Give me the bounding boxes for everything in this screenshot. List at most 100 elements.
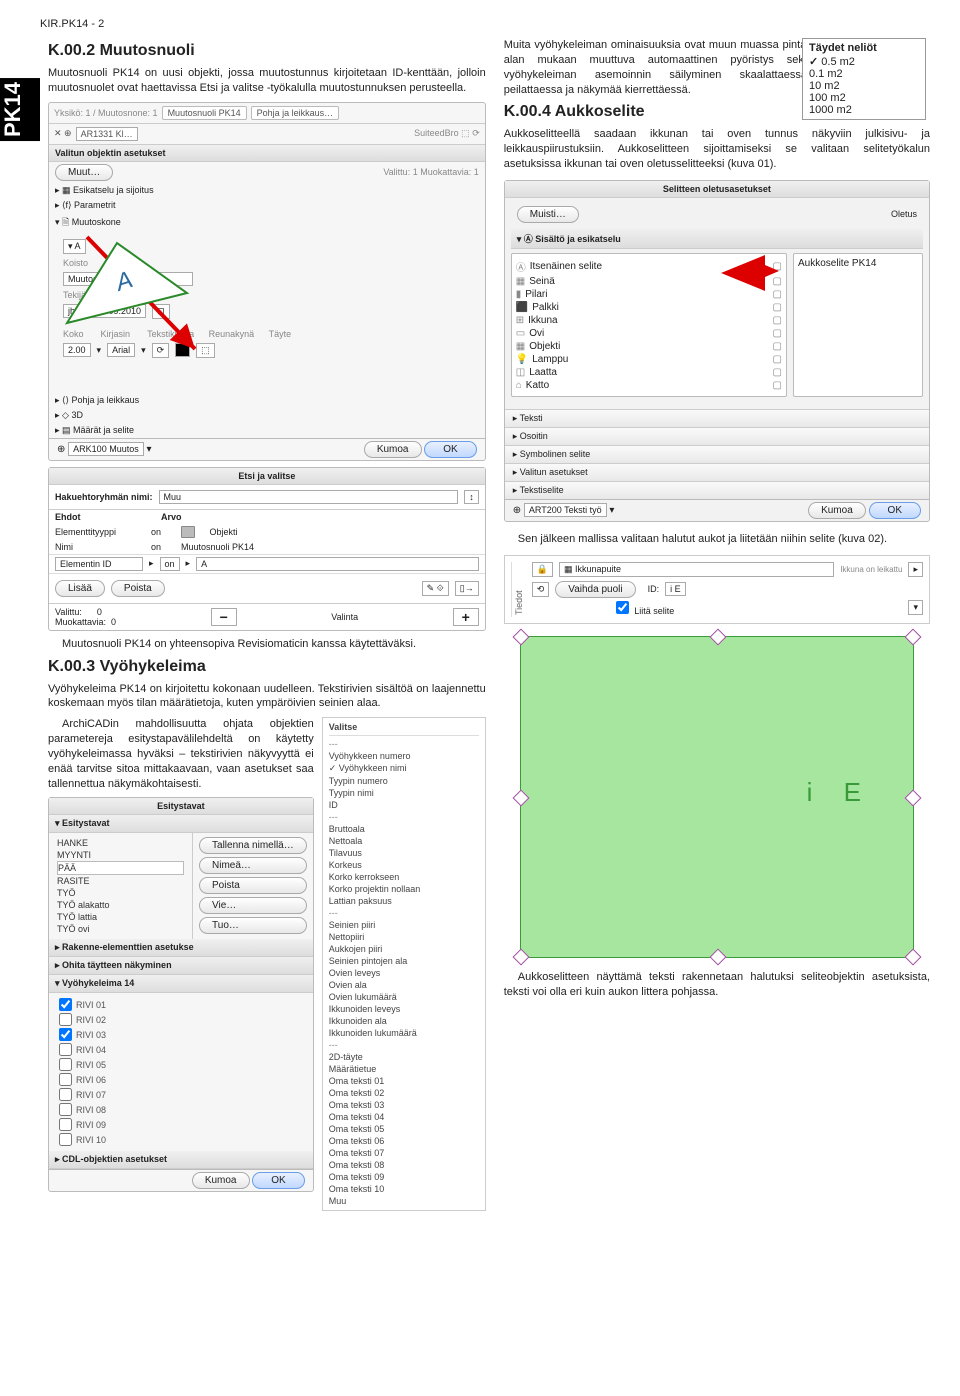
obj-name[interactable]: ▦ Ikkunapuite xyxy=(559,562,834,577)
menu-item[interactable]: Nettopiiri xyxy=(329,931,479,943)
export[interactable]: Vie… xyxy=(199,897,307,914)
row-cb[interactable]: RIVI 07 xyxy=(59,1087,303,1102)
layer[interactable]: ARK100 Muutos xyxy=(68,442,144,456)
save-as[interactable]: Tallenna nimellä… xyxy=(199,837,307,854)
arrow-icon[interactable]: ▯→ xyxy=(455,581,479,596)
rename[interactable]: Nimeä… xyxy=(199,857,307,874)
menu-item[interactable]: Bruttoala xyxy=(329,823,479,835)
menu-item[interactable]: Lattian paksuus xyxy=(329,895,479,907)
layer2[interactable]: ART200 Teksti työ xyxy=(524,503,607,517)
tree-item[interactable]: ▭ Ovi▢ xyxy=(516,327,782,340)
sub-group[interactable]: ▸ Teksti xyxy=(505,409,929,427)
tree-item[interactable]: ▦ Seinä▢ xyxy=(516,275,782,288)
menu-item[interactable]: Ovien leveys xyxy=(329,967,479,979)
e-kumoa[interactable]: Kumoa xyxy=(192,1172,250,1189)
esity-item[interactable]: PÄÄ xyxy=(57,861,184,875)
crit-op[interactable]: on xyxy=(160,557,180,571)
row-cb[interactable]: RIVI 06 xyxy=(59,1072,303,1087)
sub-group[interactable]: ▸ Osoitin xyxy=(505,427,929,445)
neliot-item[interactable]: 0.5 m2 xyxy=(809,55,919,68)
valitse-menu[interactable]: Valitse --- Vyöhykkeen numeroVyöhykkeen … xyxy=(322,717,486,1211)
e-ok[interactable]: OK xyxy=(252,1172,304,1189)
menu-item[interactable]: Ikkunoiden lukumäärä xyxy=(329,1027,479,1039)
menu-item[interactable]: Määrätietue xyxy=(329,1063,479,1075)
sub-group[interactable]: ▸ Tekstiselite xyxy=(505,481,929,499)
tree-item[interactable]: ▮ Pilari▢ xyxy=(516,288,782,301)
kumoa-btn[interactable]: Kumoa xyxy=(364,441,422,458)
menu-item[interactable]: Korkeus xyxy=(329,859,479,871)
crit-field[interactable]: Elementin ID xyxy=(55,557,143,571)
menu-item[interactable]: Oma teksti 06 xyxy=(329,1135,479,1147)
dd-2[interactable]: ▾ xyxy=(908,600,923,615)
menu-item[interactable]: Vyöhykkeen numero xyxy=(329,750,479,762)
hak-group[interactable]: Muu xyxy=(159,490,459,504)
id-field[interactable]: i E xyxy=(665,582,686,596)
lisaa-btn[interactable]: Lisää xyxy=(55,580,105,597)
esity-item[interactable]: TYÖ xyxy=(57,887,184,899)
delete[interactable]: Poista xyxy=(199,877,307,894)
menu-item[interactable]: Oma teksti 01 xyxy=(329,1075,479,1087)
row-cb[interactable]: RIVI 01 xyxy=(59,997,303,1012)
s-ok[interactable]: OK xyxy=(869,502,921,519)
menu-item[interactable]: Ikkunoiden leveys xyxy=(329,1003,479,1015)
vaihda-btn[interactable]: Vaihda puoli xyxy=(555,581,635,598)
esity-item[interactable]: TYÖ alakatto xyxy=(57,899,184,911)
tree-item[interactable]: ⌂ Katto▢ xyxy=(516,379,782,392)
menu-item[interactable]: Aukkojen piiri xyxy=(329,943,479,955)
menu-item[interactable]: Tyypin numero xyxy=(329,775,479,787)
muisti-btn[interactable]: Muisti… xyxy=(517,206,579,223)
menu-item[interactable]: Oma teksti 02 xyxy=(329,1087,479,1099)
plus-btn[interactable]: + xyxy=(453,608,479,626)
menu-item[interactable]: Seinien pintojen ala xyxy=(329,955,479,967)
import[interactable]: Tuo… xyxy=(199,917,307,934)
row-cb[interactable]: RIVI 09 xyxy=(59,1117,303,1132)
dd-1[interactable]: ▸ xyxy=(908,562,923,577)
menu-item[interactable]: ID xyxy=(329,799,479,811)
copy-icon[interactable]: ✎ ⟐ xyxy=(422,581,449,596)
tree-item[interactable]: ⬛ Palkki▢ xyxy=(516,301,782,314)
tree-item[interactable]: Ⓐ Itsenäinen selite▢ xyxy=(516,258,782,275)
liita-cb[interactable] xyxy=(616,601,629,614)
menu-item[interactable]: Oma teksti 10 xyxy=(329,1183,479,1195)
tree-item[interactable]: 💡 Lamppu▢ xyxy=(516,353,782,366)
neliot-item[interactable]: 100 m2 xyxy=(809,92,919,104)
crit-val[interactable]: A xyxy=(196,557,479,571)
poista-btn[interactable]: Poista xyxy=(111,580,165,597)
menu-item[interactable]: Ovien ala xyxy=(329,979,479,991)
tree-item[interactable]: ⊞ Ikkuna▢ xyxy=(516,314,782,327)
neliot-item[interactable]: 0.1 m2 xyxy=(809,68,919,80)
row-cb[interactable]: RIVI 10 xyxy=(59,1132,303,1147)
menu-item[interactable]: Muu xyxy=(329,1195,479,1207)
menu-item[interactable]: Oma teksti 09 xyxy=(329,1171,479,1183)
esity-item[interactable]: RASITE xyxy=(57,875,184,887)
tree-item[interactable]: ▦ Objekti▢ xyxy=(516,340,782,353)
menu-item[interactable]: Korko projektin nollaan xyxy=(329,883,479,895)
menu-item[interactable]: Ikkunoiden ala xyxy=(329,1015,479,1027)
esity-item[interactable]: TYÖ ovi xyxy=(57,923,184,935)
flip-icon[interactable]: ⟲ xyxy=(532,582,550,597)
s-kumoa[interactable]: Kumoa xyxy=(808,502,866,519)
menu-item[interactable]: 2D-täyte xyxy=(329,1051,479,1063)
esity-item[interactable]: MYYNTI xyxy=(57,849,184,861)
menu-item[interactable]: Oma teksti 08 xyxy=(329,1159,479,1171)
esity-item[interactable]: TYÖ lattia xyxy=(57,911,184,923)
library-chip[interactable]: AR1331 Kl… xyxy=(76,127,138,141)
menu-item[interactable]: Korko kerrokseen xyxy=(329,871,479,883)
lock-icon[interactable]: 🔒 xyxy=(532,562,553,577)
menu-item[interactable]: Nettoala xyxy=(329,835,479,847)
menu-item[interactable]: Oma teksti 07 xyxy=(329,1147,479,1159)
menu-item[interactable]: Vyöhykkeen nimi xyxy=(329,762,479,775)
sub-group[interactable]: ▸ Valitun asetukset xyxy=(505,463,929,481)
row-cb[interactable]: RIVI 04 xyxy=(59,1042,303,1057)
neliot-menu[interactable]: Täydet neliöt 0.5 m20.1 m210 m2100 m2100… xyxy=(802,38,926,120)
menu-item[interactable]: Tilavuus xyxy=(329,847,479,859)
tree-item[interactable]: ◫ Laatta▢ xyxy=(516,366,782,379)
neliot-item[interactable]: 1000 m2 xyxy=(809,104,919,116)
row-cb[interactable]: RIVI 02 xyxy=(59,1012,303,1027)
sub-group[interactable]: ▸ Symbolinen selite xyxy=(505,445,929,463)
menu-item[interactable]: Oma teksti 05 xyxy=(329,1123,479,1135)
menu-item[interactable]: Seinien piiri xyxy=(329,919,479,931)
ok-btn[interactable]: OK xyxy=(424,441,476,458)
menu-item[interactable]: Ovien lukumäärä xyxy=(329,991,479,1003)
hak-dd[interactable]: ↕ xyxy=(464,490,479,504)
